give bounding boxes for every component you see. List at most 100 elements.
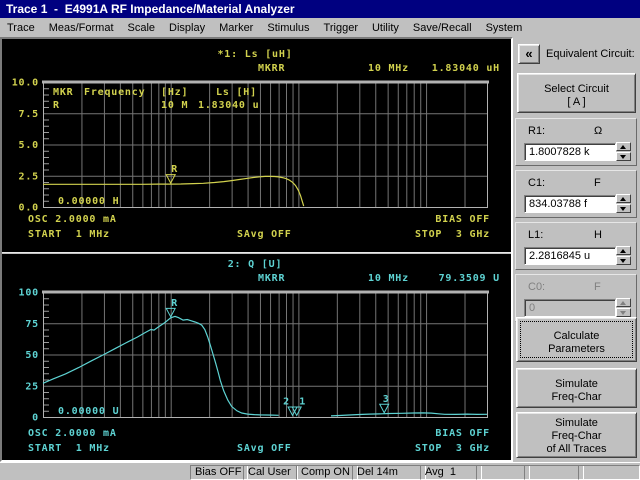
param-spinner-c1 bbox=[616, 194, 631, 213]
spin-down-button-r1[interactable] bbox=[616, 152, 631, 161]
menu-item-utility[interactable]: Utility bbox=[365, 22, 406, 34]
marker-readout-value: 1.83040 uH bbox=[432, 63, 500, 74]
status-bar: Bias OFF Cal User Comp ON Del 14m Avg 1 bbox=[0, 462, 640, 480]
param-unit-l1: H bbox=[594, 229, 602, 241]
param-unit-r1: Ω bbox=[594, 125, 603, 137]
spin-down-button-l1[interactable] bbox=[616, 256, 631, 265]
menu-item-display[interactable]: Display bbox=[162, 22, 212, 34]
param-group-l1: L1: H bbox=[515, 222, 637, 270]
marker-2-label: 2 bbox=[283, 396, 290, 407]
marker-3-triangle bbox=[378, 403, 390, 414]
collapse-panel-button[interactable]: « bbox=[518, 44, 540, 64]
param-unit-c0: F bbox=[594, 281, 601, 293]
menu-bar: Trace Meas/Format Scale Display Marker Stimul… bbox=[0, 18, 640, 37]
param-group-c0: C0: F bbox=[515, 274, 637, 322]
spin-up-button-l1[interactable] bbox=[616, 246, 631, 255]
marker-table-header: Ls [H] bbox=[216, 87, 257, 98]
marker-readout-name: MKRR bbox=[258, 63, 285, 74]
param-input-c1[interactable] bbox=[524, 195, 616, 213]
graph-display-area: 10.0 7.5 5.0 2.5 0.0 R *1: Ls [uH] MKRR 10 MHz 1.… bbox=[0, 37, 513, 462]
marker-table-header: [Hz] bbox=[161, 87, 188, 98]
status-empty-cell bbox=[476, 465, 530, 480]
calculate-label-line2: Parameters bbox=[548, 343, 605, 355]
bias-status-label: BIAS OFF bbox=[435, 214, 490, 225]
param-label-l1: L1: bbox=[528, 229, 544, 241]
calculate-label-line1: Calculate bbox=[553, 330, 600, 342]
spin-down-button-c0[interactable] bbox=[616, 308, 631, 317]
status-cal-user: Cal User bbox=[243, 465, 298, 480]
marker-readout-freq: 10 MHz bbox=[368, 273, 409, 284]
osc-level-label: OSC 2.0000 mA bbox=[28, 428, 117, 439]
menu-item-trace[interactable]: Trace bbox=[0, 22, 42, 34]
marker-readout-freq: 10 MHz bbox=[368, 63, 409, 74]
trace-q bbox=[330, 412, 488, 417]
instrument-screen: Trace 1 - E4991A RF Impedance/Material A… bbox=[0, 0, 640, 480]
simulate-all-label-line2: Freq-Char bbox=[551, 429, 602, 442]
param-input-r1[interactable] bbox=[524, 143, 616, 161]
status-comp-on: Comp ON bbox=[296, 465, 358, 480]
y-tick-label: 0 bbox=[32, 413, 39, 424]
param-label-c1: C1: bbox=[528, 177, 546, 189]
simulate-all-label-line3: of All Traces bbox=[546, 442, 607, 455]
param-spinner-r1 bbox=[616, 142, 631, 161]
menu-item-scale[interactable]: Scale bbox=[121, 22, 163, 34]
marker-table-cell: 10 M bbox=[161, 100, 188, 111]
param-label-r1: R1: bbox=[528, 125, 546, 137]
menu-item-marker[interactable]: Marker bbox=[212, 22, 260, 34]
stop-freq-label: STOP 3 GHz bbox=[415, 443, 490, 454]
param-group-c1: C1: F bbox=[515, 170, 637, 218]
simulate-freq-char-button[interactable]: Simulate Freq-Char bbox=[516, 368, 637, 408]
status-empty-cell bbox=[578, 465, 640, 480]
spin-up-button-r1[interactable] bbox=[616, 142, 631, 151]
param-input-c0[interactable] bbox=[524, 299, 616, 317]
stop-freq-label: STOP 3 GHz bbox=[415, 229, 490, 240]
select-circuit-button[interactable]: Select Circuit [ A ] bbox=[517, 73, 636, 113]
select-circuit-label-line2: [ A ] bbox=[567, 96, 586, 108]
y-tick-label: 5.0 bbox=[19, 140, 39, 151]
marker-table-header: MKR bbox=[53, 87, 74, 98]
marker-3-label: 3 bbox=[383, 394, 390, 405]
simulate-freq-char-all-traces-button[interactable]: Simulate Freq-Char of All Traces bbox=[516, 412, 637, 458]
q-chart: 100 75 50 25 0 R 2 1 3 2: Q [U] MKRR 10 MHz 79.3509 … bbox=[19, 259, 500, 454]
param-label-c0: C0: bbox=[528, 281, 546, 293]
calculate-parameters-button[interactable]: Calculate Parameters bbox=[516, 317, 637, 362]
y-tick-label: 0.0 bbox=[19, 203, 39, 214]
spin-down-button-c1[interactable] bbox=[616, 204, 631, 213]
y-tick-label: 10.0 bbox=[12, 78, 39, 89]
start-freq-label: START 1 MHz bbox=[28, 229, 110, 240]
reference-level-label: 0.00000 U bbox=[58, 406, 119, 417]
spin-up-button-c0[interactable] bbox=[616, 298, 631, 307]
y-tick-label: 25 bbox=[25, 381, 39, 392]
param-spinner-l1 bbox=[616, 246, 631, 265]
simulate-all-label-line1: Simulate bbox=[555, 416, 598, 429]
spin-up-button-c1[interactable] bbox=[616, 194, 631, 203]
menu-item-stimulus[interactable]: Stimulus bbox=[260, 22, 316, 34]
trace-q bbox=[42, 315, 279, 416]
param-input-l1[interactable] bbox=[524, 247, 616, 265]
param-group-r1: R1: Ω bbox=[515, 118, 637, 166]
marker-r-label: R bbox=[171, 298, 178, 309]
param-spinner-c0 bbox=[616, 298, 631, 317]
param-unit-c1: F bbox=[594, 177, 601, 189]
y-tick-label: 100 bbox=[19, 288, 39, 299]
chart-title: 2: Q [U] bbox=[228, 259, 283, 270]
status-avg-1: Avg 1 bbox=[420, 465, 482, 480]
marker-readout-value: 79.3509 U bbox=[439, 273, 500, 284]
select-circuit-label-line1: Select Circuit bbox=[544, 83, 609, 95]
menu-item-trigger[interactable]: Trigger bbox=[317, 22, 365, 34]
marker-1-label: 1 bbox=[299, 396, 306, 407]
simulate-label-line2: Freq-Char bbox=[551, 391, 602, 403]
menu-item-meas-format[interactable]: Meas/Format bbox=[42, 22, 121, 34]
sweep-avg-label: SAvg OFF bbox=[237, 229, 292, 240]
start-freq-label: START 1 MHz bbox=[28, 443, 110, 454]
status-bias-off: Bias OFF bbox=[190, 465, 248, 480]
bias-status-label: BIAS OFF bbox=[435, 428, 490, 439]
marker-r-label: R bbox=[171, 164, 178, 175]
chart-title: *1: Ls [uH] bbox=[217, 49, 292, 60]
title-bar: Trace 1 - E4991A RF Impedance/Material A… bbox=[0, 0, 640, 18]
reference-level-label: 0.00000 H bbox=[58, 196, 119, 207]
menu-item-save-recall[interactable]: Save/Recall bbox=[406, 22, 479, 34]
menu-item-system[interactable]: System bbox=[479, 22, 530, 34]
equivalent-circuit-panel: « Equivalent Circuit: Select Circuit [ A… bbox=[513, 37, 640, 462]
panel-title: Equivalent Circuit: bbox=[546, 48, 635, 60]
